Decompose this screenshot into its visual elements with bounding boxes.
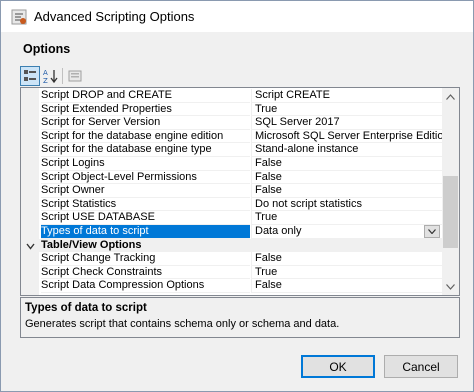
property-name: Script Logins bbox=[41, 157, 250, 171]
property-row[interactable]: Types of data to script Data only bbox=[21, 225, 442, 239]
property-value[interactable]: True bbox=[251, 265, 442, 280]
property-value[interactable]: False bbox=[251, 170, 442, 185]
property-name: Script Extended Properties bbox=[41, 103, 250, 117]
property-value[interactable]: True bbox=[251, 211, 442, 225]
property-row[interactable]: Script Check Constraints True bbox=[21, 265, 442, 280]
svg-text:Z: Z bbox=[43, 77, 48, 84]
description-panel: Types of data to script Generates script… bbox=[20, 297, 460, 338]
svg-text:A: A bbox=[43, 69, 48, 77]
property-name: Script USE DATABASE bbox=[41, 211, 250, 225]
alphabetical-sort-icon: A Z bbox=[43, 69, 58, 84]
property-value[interactable]: Microsoft SQL Server Enterprise Edition bbox=[251, 129, 442, 144]
vertical-scrollbar[interactable] bbox=[442, 88, 459, 295]
window-title: Advanced Scripting Options bbox=[34, 9, 195, 24]
description-title: Types of data to script bbox=[25, 302, 147, 314]
property-value[interactable]: False bbox=[251, 252, 442, 266]
description-body: Generates script that contains schema on… bbox=[25, 318, 340, 330]
property-row[interactable]: Script Extended Properties True bbox=[21, 102, 442, 117]
property-row[interactable]: Script for the database engine edition Mi… bbox=[21, 129, 442, 144]
categorized-icon bbox=[24, 70, 36, 81]
property-name: Script Data Compression Options bbox=[41, 279, 250, 293]
property-row[interactable]: Script for the database engine type Stand… bbox=[21, 143, 442, 157]
property-name: Script Statistics bbox=[41, 198, 250, 212]
property-value[interactable]: Do not script statistics bbox=[251, 197, 442, 212]
property-value[interactable]: Stand-alone instance bbox=[251, 143, 442, 157]
property-name: Script Change Tracking bbox=[41, 252, 250, 266]
property-value[interactable]: False bbox=[251, 184, 442, 198]
property-name: Script Object-Level Permissions bbox=[41, 171, 250, 185]
value-dropdown-button[interactable] bbox=[424, 225, 440, 238]
property-row[interactable]: Script USE DATABASE True bbox=[21, 211, 442, 225]
property-name: Script for the database engine type bbox=[41, 143, 250, 157]
property-row[interactable]: Script Logins False bbox=[21, 157, 442, 171]
property-grid-rows: Script DROP and CREATE Script CREATE Scrip… bbox=[21, 88, 442, 295]
collapse-icon[interactable] bbox=[26, 242, 35, 251]
property-name: Types of data to script bbox=[41, 225, 250, 239]
chevron-up-icon bbox=[446, 93, 455, 100]
app-icon bbox=[11, 9, 27, 25]
scroll-up-button[interactable] bbox=[442, 88, 459, 105]
property-value[interactable]: SQL Server 2017 bbox=[251, 116, 442, 130]
options-label: Options bbox=[23, 42, 71, 56]
ok-button[interactable]: OK bbox=[301, 355, 375, 378]
property-pages-button[interactable] bbox=[65, 66, 85, 86]
alphabetical-button[interactable]: A Z bbox=[41, 66, 61, 86]
property-value[interactable]: Script CREATE bbox=[251, 89, 442, 103]
property-name: Script for Server Version bbox=[41, 116, 250, 130]
property-value[interactable]: Data only bbox=[251, 225, 442, 239]
property-pages-icon bbox=[68, 70, 82, 82]
chevron-down-icon bbox=[428, 229, 436, 234]
scroll-down-button[interactable] bbox=[442, 278, 459, 295]
property-row[interactable]: Script Data Compression Options False bbox=[21, 279, 442, 293]
cancel-button[interactable]: Cancel bbox=[384, 355, 458, 378]
property-value[interactable]: False bbox=[251, 279, 442, 293]
chevron-down-icon bbox=[446, 283, 455, 290]
property-name: Script for the database engine edition bbox=[41, 130, 250, 144]
property-name: Script Owner bbox=[41, 184, 250, 198]
property-grid[interactable]: Script DROP and CREATE Script CREATE Scrip… bbox=[20, 87, 460, 296]
dialog-window: Advanced Scripting Options Options A Z S… bbox=[0, 0, 474, 392]
title-bar[interactable]: Advanced Scripting Options bbox=[1, 1, 473, 32]
categorized-button[interactable] bbox=[20, 66, 40, 86]
toolbar-separator bbox=[62, 68, 63, 84]
property-value[interactable]: False bbox=[251, 157, 442, 171]
property-row[interactable]: Script for Server Version SQL Server 2017 bbox=[21, 116, 442, 130]
property-row[interactable]: Script Owner False bbox=[21, 184, 442, 198]
property-name: Script DROP and CREATE bbox=[41, 89, 250, 103]
property-row[interactable]: Script DROP and CREATE Script CREATE bbox=[21, 89, 442, 103]
property-row[interactable]: Script Statistics Do not script statistic… bbox=[21, 197, 442, 212]
property-name: Script Check Constraints bbox=[41, 266, 250, 280]
property-row[interactable]: Script Change Tracking False bbox=[21, 252, 442, 266]
category-label: Table/View Options bbox=[41, 238, 142, 251]
scroll-thumb[interactable] bbox=[443, 176, 458, 248]
category-row[interactable]: Table/View Options bbox=[21, 238, 442, 253]
property-row[interactable]: Script Object-Level Permissions False bbox=[21, 170, 442, 185]
property-value[interactable]: True bbox=[251, 102, 442, 117]
